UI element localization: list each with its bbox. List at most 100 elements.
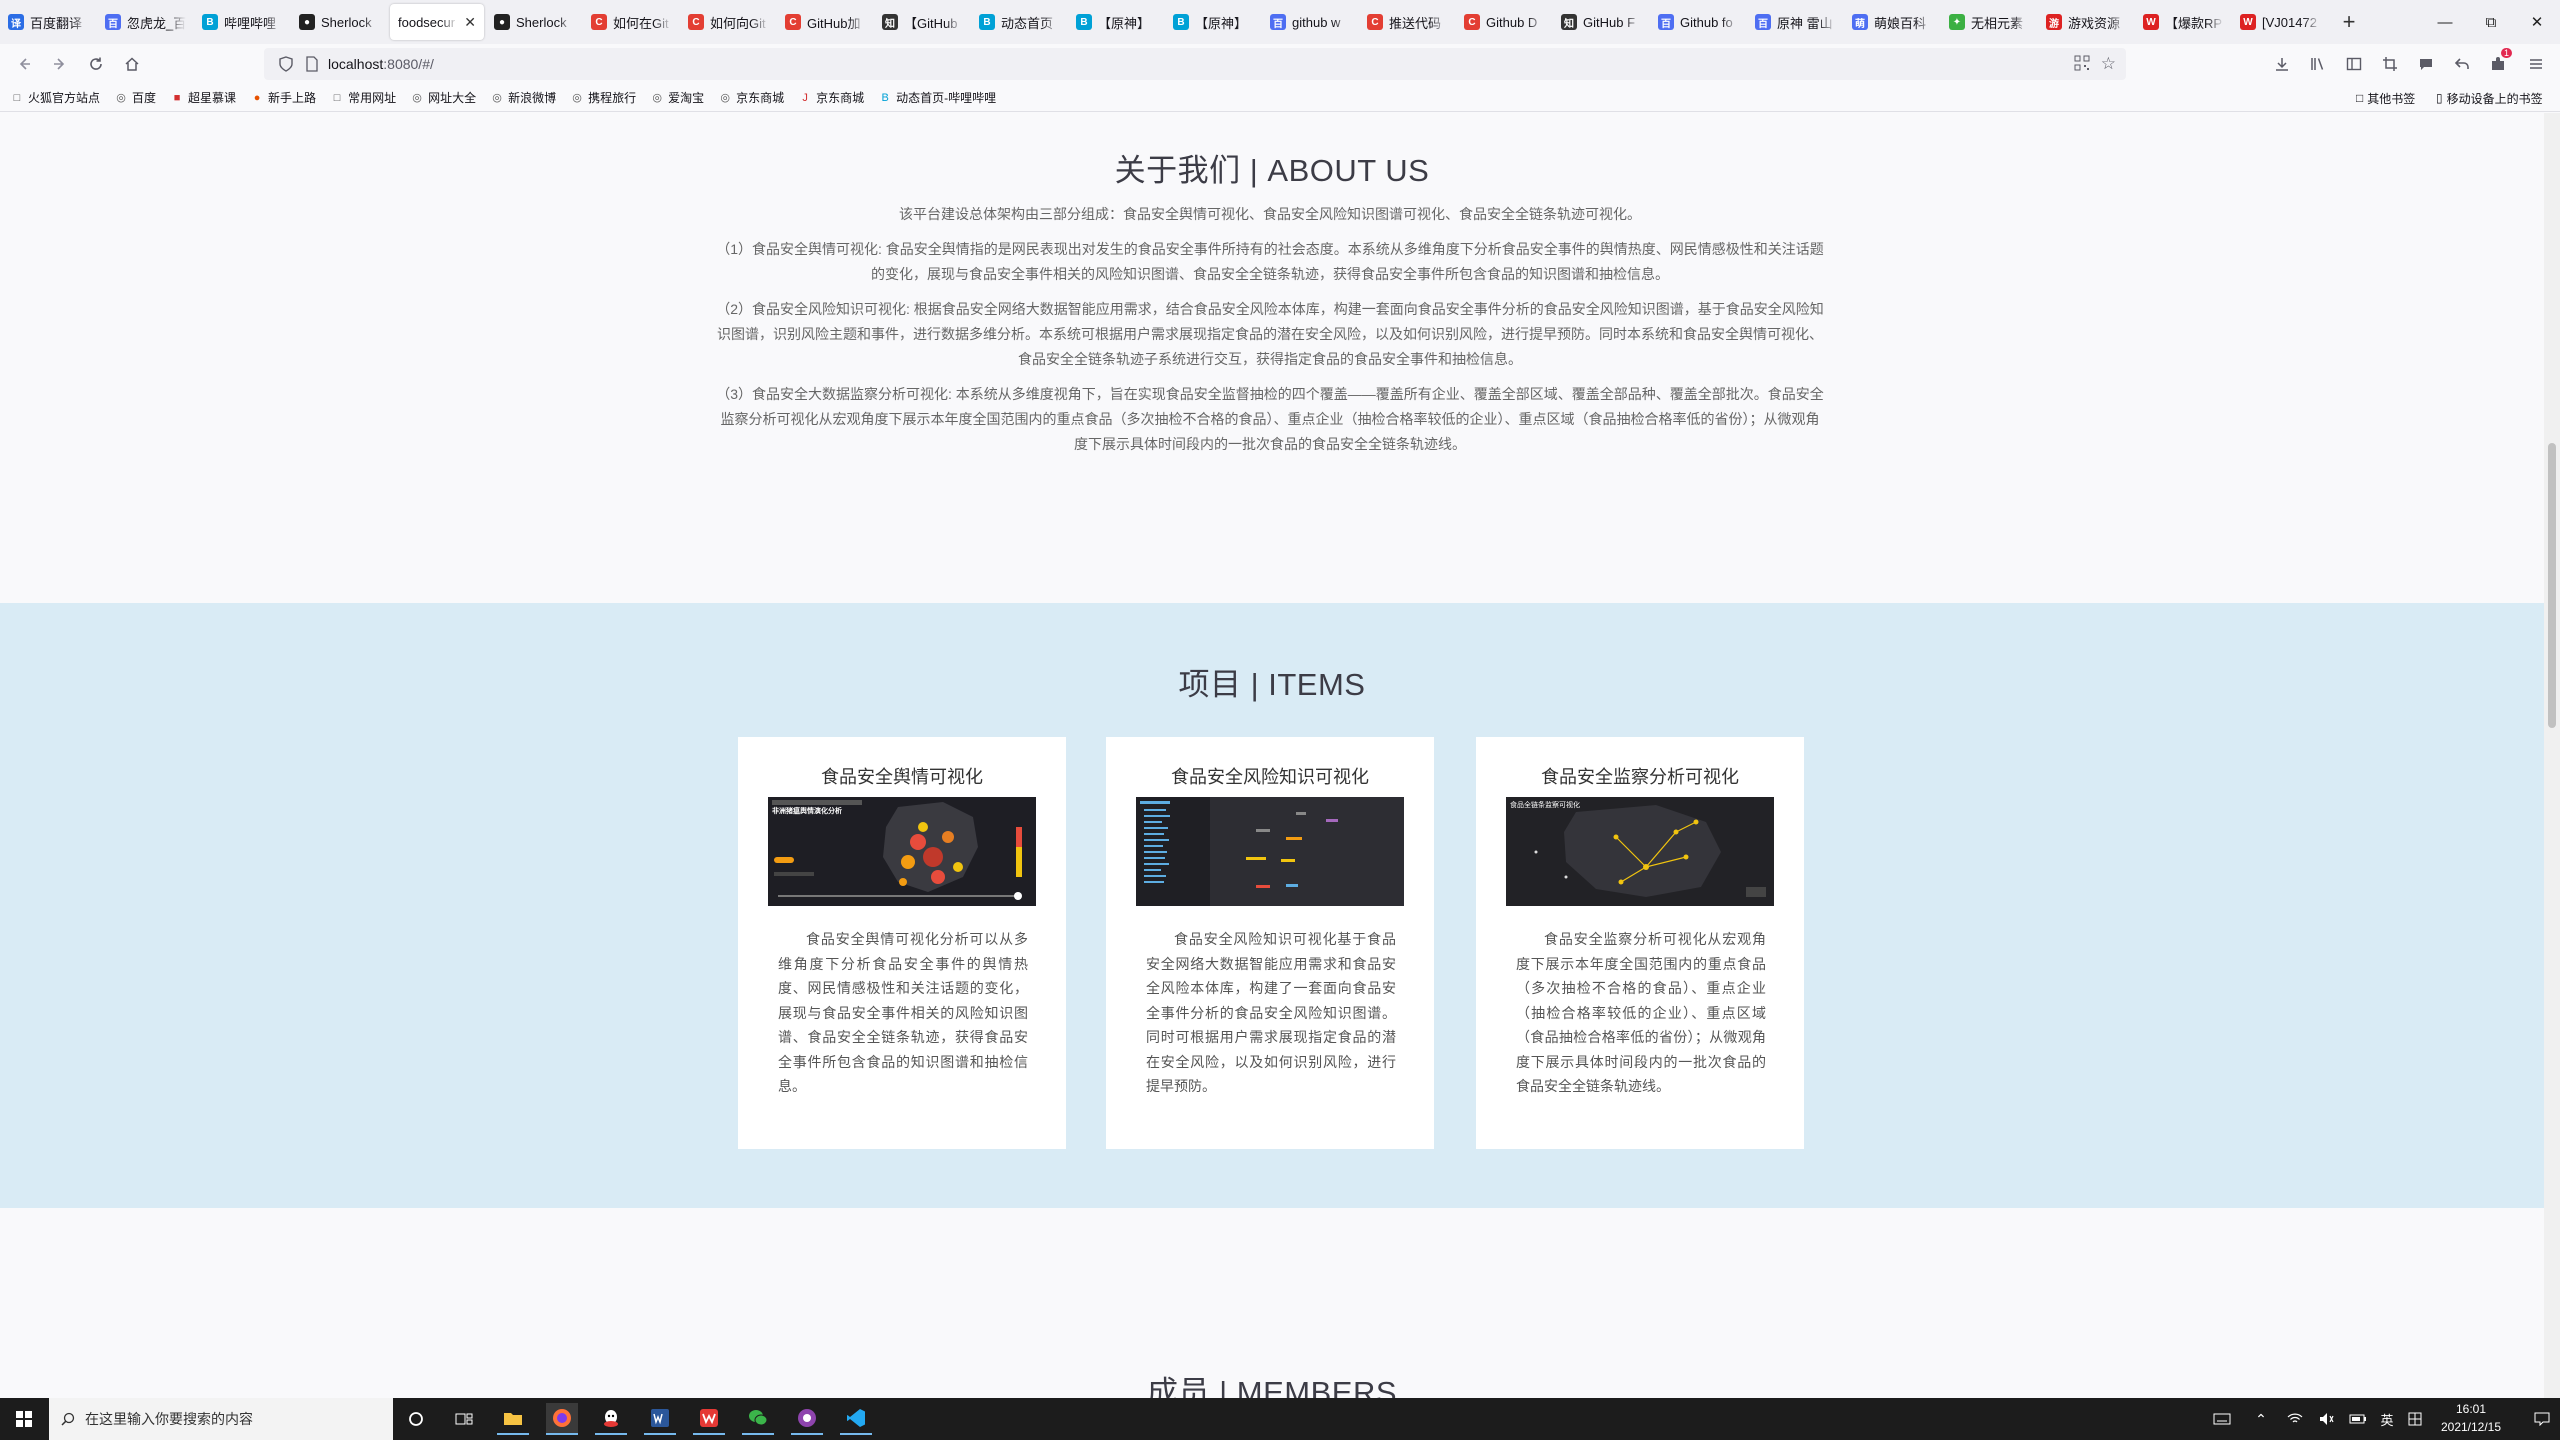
browser-tab[interactable]: W [VJ01472 (2232, 0, 2329, 44)
qr-code-icon[interactable] (2074, 55, 2090, 74)
wechat-icon[interactable] (742, 1403, 774, 1435)
chat-icon[interactable] (2410, 48, 2442, 80)
qq-icon[interactable] (595, 1403, 627, 1435)
task-view-icon[interactable] (448, 1403, 480, 1435)
shield-icon[interactable] (276, 54, 296, 74)
bookmark-star-icon[interactable]: ☆ (2101, 54, 2116, 74)
chevron-up-icon[interactable]: ⌃ (2250, 1398, 2272, 1440)
bookmark-item[interactable]: ◎ 新浪微博 (490, 89, 556, 106)
card-title: 食品安全风险知识可视化 (1171, 767, 1369, 787)
reload-button[interactable] (80, 48, 112, 80)
screenshot-icon[interactable] (2374, 48, 2406, 80)
bookmark-item[interactable]: J 京东商城 (798, 89, 864, 106)
tab-favicon-icon: C (591, 14, 607, 30)
tab-title: 【原神】 (1195, 15, 1248, 31)
browser-tab[interactable]: ● Sherlock (486, 0, 583, 44)
mobile-bookmarks[interactable]: ▯ 移动设备上的书签 (2436, 84, 2543, 112)
bookmark-label: 京东商城 (736, 91, 785, 105)
taskbar-search-box[interactable]: 在这里输入你要搜索的内容 (49, 1398, 393, 1440)
bookmark-icon: ◎ (720, 92, 730, 104)
word-icon[interactable] (644, 1403, 676, 1435)
browser-tab[interactable]: C 如何在Git (583, 0, 680, 44)
page-scrollbar[interactable] (2544, 113, 2560, 1398)
browser-tab[interactable]: B 哔哩哔哩 (194, 0, 291, 44)
back-button[interactable] (8, 48, 40, 80)
minimize-button[interactable]: — (2422, 0, 2468, 44)
sentiment-map-thumbnail[interactable]: 非洲猪瘟舆情演化分析 (768, 797, 1036, 906)
browser-tab[interactable]: 游游戏资源 (2038, 0, 2135, 44)
close-tab-icon[interactable]: ✕ (464, 14, 476, 31)
downloads-icon[interactable] (2266, 48, 2298, 80)
menu-icon[interactable] (2520, 48, 2552, 80)
wps-icon[interactable] (693, 1403, 725, 1435)
browser-tab[interactable]: ✦ 无相元素 (1941, 0, 2038, 44)
tab-title: 【爆款RP (2165, 15, 2223, 31)
bookmark-item[interactable]: ◎ 携程旅行 (570, 89, 636, 106)
notification-center-icon[interactable] (2528, 1398, 2556, 1440)
close-window-button[interactable]: ✕ (2514, 0, 2560, 44)
item-card-risk-knowledge[interactable]: 食品安全风险知识可视化 食品安全风险知识可视化基于食品安全网络大数据智能应用需求… (1106, 737, 1434, 1149)
browser-tab[interactable]: 百 github w (1262, 0, 1359, 44)
home-button[interactable] (116, 48, 148, 80)
battery-icon[interactable] (2346, 1398, 2370, 1440)
bookmark-item[interactable]: ◎ 百度 (114, 89, 156, 106)
new-tab-button[interactable]: + (2329, 0, 2369, 44)
bookmark-item[interactable]: ● 新手上路 (250, 89, 316, 106)
github-desktop-icon[interactable] (791, 1403, 823, 1435)
browser-tab[interactable]: 百原神 雷山 (1747, 0, 1844, 44)
browser-tab[interactable]: B 【原神】 (1068, 0, 1165, 44)
browser-tab[interactable]: 百忽虎龙_百 (97, 0, 194, 44)
address-bar[interactable]: localhost:8080/#/ ☆ (264, 48, 2126, 80)
browser-tab[interactable]: C GitHub加 (777, 0, 874, 44)
sidebar-icon[interactable] (2338, 48, 2370, 80)
inspection-map-thumbnail[interactable]: 食品全链条监察可视化 (1506, 797, 1774, 906)
knowledge-graph-thumbnail[interactable] (1136, 797, 1404, 906)
browser-tab[interactable]: 知【GitHub (874, 0, 971, 44)
page-info-icon[interactable] (302, 54, 322, 74)
browser-tab[interactable]: 知 GitHub F (1553, 0, 1650, 44)
bookmark-item[interactable]: B 动态首页-哔哩哔哩 (878, 89, 997, 106)
browser-tab[interactable]: foodsecur ✕ (390, 4, 484, 40)
tab-favicon-icon: B (1076, 14, 1092, 30)
bookmark-item[interactable]: ◎ 爱淘宝 (650, 89, 704, 106)
other-bookmarks[interactable]: □ 其他书签 (2356, 84, 2415, 112)
keyboard-icon[interactable] (2208, 1398, 2236, 1440)
bookmark-item[interactable]: □ 常用网址 (330, 89, 396, 106)
extensions-icon[interactable]: 1 (2482, 48, 2514, 80)
volume-icon[interactable] (2316, 1398, 2338, 1440)
bookmark-item[interactable]: ◎ 京东商城 (718, 89, 784, 106)
browser-tab[interactable]: 译百度翻译 (0, 0, 97, 44)
browser-tab[interactable]: 百 Github fo (1650, 0, 1747, 44)
about-paragraph-1: （1）食品安全舆情可视化: 食品安全舆情指的是网民表现出对发生的食品安全事件所持… (716, 241, 1824, 282)
vscode-icon[interactable] (840, 1403, 872, 1435)
browser-tab[interactable]: C Github D (1456, 0, 1553, 44)
library-icon[interactable] (2302, 48, 2334, 80)
item-card-inspection[interactable]: 食品安全监察分析可视化 食品全链条监察可视化 食品安全监察分析可视化从宏观角度下… (1476, 737, 1804, 1149)
item-card-sentiment[interactable]: 食品安全舆情可视化 非洲猪瘟舆情演化分析 食品安全舆情可视化分析可以从多维角度下… (738, 737, 1066, 1149)
bookmark-item[interactable]: ■ 超星慕课 (170, 89, 236, 106)
bookmark-label: 其他书签 (2367, 91, 2416, 106)
scrollbar-thumb[interactable] (2548, 443, 2556, 728)
wifi-icon[interactable] (2284, 1398, 2306, 1440)
tab-title: 如何在Git (613, 15, 669, 31)
browser-tab[interactable]: ● Sherlock (291, 0, 388, 44)
firefox-icon[interactable] (546, 1403, 578, 1435)
cortana-icon[interactable] (400, 1403, 432, 1435)
browser-tab[interactable]: C 如何向Git (680, 0, 777, 44)
forward-button[interactable] (44, 48, 76, 80)
browser-tab[interactable]: 萌萌娘百科 (1844, 0, 1941, 44)
undo-icon[interactable] (2446, 48, 2478, 80)
browser-tab[interactable]: W 【爆款RP (2135, 0, 2232, 44)
bookmark-item[interactable]: ◎ 网址大全 (410, 89, 476, 106)
file-explorer-icon[interactable] (497, 1403, 529, 1435)
browser-tab[interactable]: B 动态首页 (971, 0, 1068, 44)
bookmark-item[interactable]: □ 火狐官方站点 (10, 89, 100, 106)
reload-icon (90, 57, 102, 70)
taskbar-clock[interactable]: 16:01 2021/12/15 (2416, 1400, 2526, 1438)
start-button[interactable] (8, 1403, 40, 1435)
ime-language-indicator[interactable]: 英 (2376, 1398, 2398, 1440)
browser-tab[interactable]: C 推送代码 (1359, 0, 1456, 44)
tab-favicon-icon: C (1367, 14, 1383, 30)
browser-tab[interactable]: B 【原神】 (1165, 0, 1262, 44)
restore-button[interactable]: ⧉ (2468, 0, 2514, 44)
